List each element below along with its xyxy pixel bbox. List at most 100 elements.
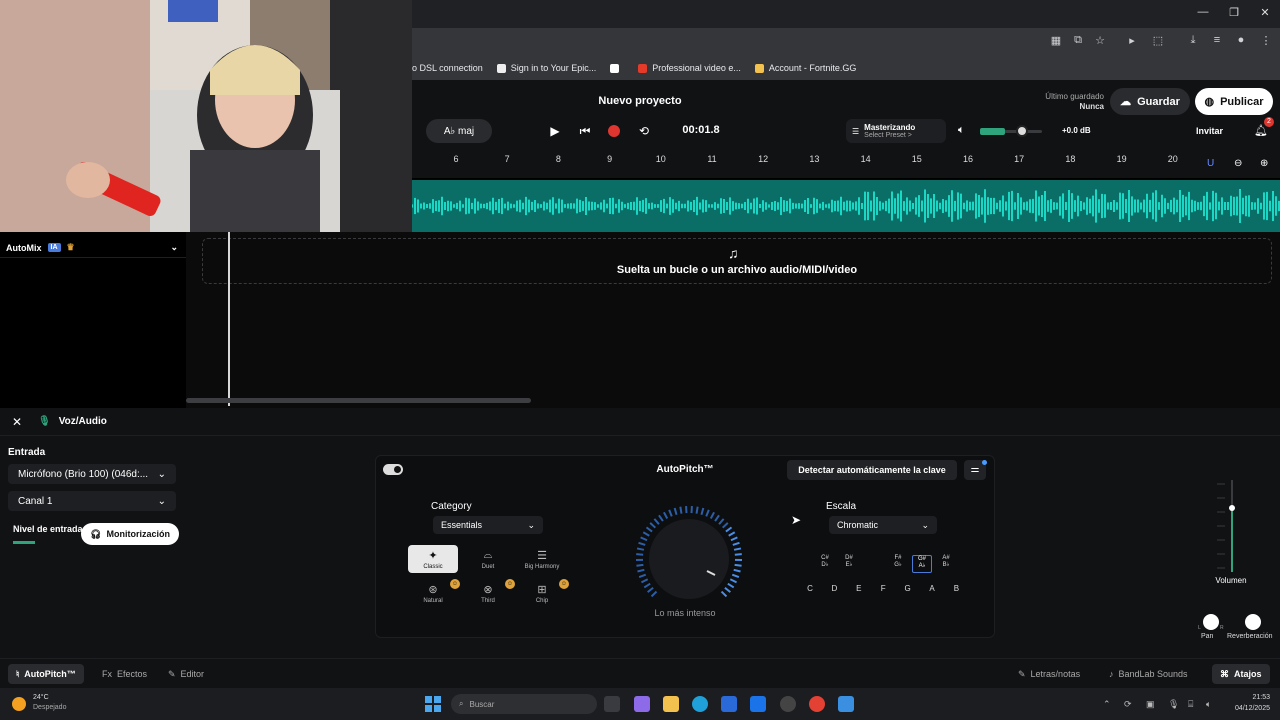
scale-note-natural[interactable]: D xyxy=(824,584,844,593)
chevron-down-icon[interactable]: ⌄ xyxy=(170,242,178,253)
channel-select[interactable]: Canal 1 ⌄ xyxy=(8,491,176,511)
mute-icon[interactable]: 🔈︎ xyxy=(958,124,965,137)
style-label: Chip xyxy=(535,597,549,604)
autopitch-toggle[interactable] xyxy=(383,464,403,475)
volume-fader[interactable] xyxy=(1215,478,1247,574)
close-window-icon[interactable]: ✕ xyxy=(1255,6,1275,19)
cast-icon[interactable]: ⧉ xyxy=(1070,34,1086,47)
profile-icon[interactable]: ● xyxy=(1233,34,1249,46)
bookmark-item[interactable]: Account - Fortnite.GG xyxy=(754,63,856,73)
clock-date[interactable]: 04/12/2025 xyxy=(1222,705,1270,712)
scale-note-natural[interactable]: B xyxy=(946,584,966,593)
volume-handle[interactable] xyxy=(1016,125,1028,137)
scale-note-natural[interactable]: E xyxy=(849,584,869,593)
weather-temperature[interactable]: 24°C xyxy=(33,694,49,701)
horizontal-scrollbar[interactable] xyxy=(186,398,531,403)
style-option-classic[interactable]: ✦ Classic xyxy=(408,545,458,573)
scale-note-natural[interactable]: A xyxy=(922,584,942,593)
zoom-out-icon[interactable]: ⊖ xyxy=(1234,158,1242,169)
tray-app-icon[interactable]: ▣ xyxy=(1146,699,1155,710)
record-button[interactable] xyxy=(608,125,620,137)
windows-start-icon[interactable] xyxy=(425,696,441,712)
tab-effects[interactable]: Fx Efectos xyxy=(94,664,155,684)
bookmark-item[interactable] xyxy=(610,63,624,73)
scale-note-natural[interactable]: F xyxy=(873,584,893,593)
playhead[interactable] xyxy=(228,232,230,406)
more-icon[interactable]: ⋮ xyxy=(1258,34,1274,47)
category-select[interactable]: Essentials ⌄ xyxy=(433,516,543,534)
sounds-icon: ♪ xyxy=(1109,669,1114,679)
edge-icon[interactable] xyxy=(692,696,708,712)
audio-clip[interactable] xyxy=(411,180,1280,232)
install-icon[interactable]: ▦ xyxy=(1048,34,1064,47)
pan-knob[interactable] xyxy=(1203,614,1219,630)
outlook-icon[interactable] xyxy=(750,696,766,712)
tray-chevron-icon[interactable]: ⌃ xyxy=(1103,699,1111,710)
play-icon[interactable]: ▸ xyxy=(1124,34,1140,47)
scale-note-sharp[interactable]: D# E♭ xyxy=(839,555,859,573)
download-icon[interactable]: ⤓ xyxy=(1185,34,1201,47)
extensions-icon[interactable]: ⬚ xyxy=(1150,34,1166,47)
publish-button[interactable]: ◍ Publicar xyxy=(1195,88,1273,115)
style-option-big-harmony[interactable]: ☰ Big Harmony xyxy=(517,545,567,573)
task-view-icon[interactable] xyxy=(604,696,620,712)
magnet-icon[interactable]: U xyxy=(1207,158,1214,169)
key-button[interactable]: A♭ maj xyxy=(426,119,492,143)
style-option-duet[interactable]: ⌓ Duet xyxy=(463,545,513,573)
rewind-button[interactable]: ⏮ xyxy=(576,124,594,138)
chrome-icon[interactable] xyxy=(809,696,825,712)
clock-time[interactable]: 21:53 xyxy=(1232,694,1270,701)
premium-badge-icon: ☺ xyxy=(559,579,569,589)
copilot-icon[interactable] xyxy=(634,696,650,712)
store-icon[interactable] xyxy=(721,696,737,712)
drop-zone-text: Suelta un bucle o un archivo audio/MIDI/… xyxy=(616,264,858,276)
close-panel-icon[interactable]: ✕ xyxy=(12,415,22,429)
play-button[interactable]: ▶ xyxy=(546,124,564,138)
bookmark-item[interactable]: o DSL connection xyxy=(412,63,483,73)
file-explorer-icon[interactable] xyxy=(663,696,679,712)
invite-button[interactable]: Invitar xyxy=(1196,126,1223,136)
intensity-knob[interactable] xyxy=(632,505,746,601)
app-icon[interactable] xyxy=(838,696,854,712)
star-icon[interactable]: ☆ xyxy=(1092,34,1108,47)
minimize-icon[interactable]: — xyxy=(1193,6,1213,18)
volume-meter xyxy=(980,128,1005,135)
bookmark-item[interactable]: Professional video e... xyxy=(638,63,741,73)
tray-mic-icon[interactable]: 🎙︎ xyxy=(1168,699,1179,710)
reverb-knob[interactable] xyxy=(1245,614,1261,630)
zoom-in-icon[interactable]: ⊕ xyxy=(1260,158,1268,169)
bookmark-item[interactable]: Sign in to Your Epic... xyxy=(496,63,596,73)
sliders-icon: ☰ xyxy=(852,126,860,136)
scale-note-sharp[interactable]: F# G♭ xyxy=(888,555,908,573)
scale-note-natural[interactable]: C xyxy=(800,584,820,593)
saved-label: Último guardado xyxy=(1045,92,1104,101)
tray-volume-icon[interactable]: 🔈︎ xyxy=(1206,699,1211,710)
timeline-ruler[interactable]: 6 7 8 9 10 11 12 13 14 15 16 17 18 19 20 xyxy=(412,152,1280,178)
loop-button[interactable]: ⟲ xyxy=(635,124,653,138)
weather-description[interactable]: Despejado xyxy=(33,704,66,711)
mic-select[interactable]: Micrófono (Brio 100) (046d:... ⌄ xyxy=(8,464,176,484)
tray-sync-icon[interactable]: ⟳ xyxy=(1124,699,1132,710)
scale-select[interactable]: Chromatic ⌄ xyxy=(829,516,937,534)
maximize-icon[interactable]: ❐ xyxy=(1224,6,1244,19)
monitoring-button[interactable]: 🎧︎ Monitorización xyxy=(81,523,179,545)
weather-sun-icon[interactable] xyxy=(12,697,26,711)
scale-note-natural[interactable]: G xyxy=(898,584,918,593)
obs-icon[interactable] xyxy=(780,696,796,712)
tab-editor[interactable]: ✎ Editor xyxy=(160,664,212,684)
automix-row[interactable]: AutoMix IA ♛ ⌄ xyxy=(0,238,186,258)
project-title[interactable]: Nuevo proyecto xyxy=(560,95,720,107)
tab-lyrics[interactable]: ✎ Letras/notas xyxy=(1010,664,1088,684)
scale-note-sharp[interactable]: G# A♭ xyxy=(912,555,932,573)
tab-shortcuts[interactable]: ⌘ Atajos xyxy=(1212,664,1270,684)
scale-note-sharp[interactable]: C# D♭ xyxy=(815,555,835,573)
taskbar-search[interactable]: ⌕ Buscar xyxy=(451,694,597,714)
tab-bandlab-sounds[interactable]: ♪ BandLab Sounds xyxy=(1101,664,1196,684)
reading-list-icon[interactable]: ≡ xyxy=(1209,34,1225,46)
tab-autopitch[interactable]: ♮ AutoPitch™ xyxy=(8,664,84,684)
scale-note-sharp[interactable]: A# B♭ xyxy=(936,555,956,573)
mastering-button[interactable]: ☰ Masterizando Select Preset > xyxy=(846,119,946,143)
detect-key-button[interactable]: Detectar automáticamente la clave xyxy=(787,460,957,480)
tray-network-icon[interactable]: ⌸ xyxy=(1188,699,1193,710)
save-button[interactable]: ☁ Guardar xyxy=(1110,88,1190,115)
